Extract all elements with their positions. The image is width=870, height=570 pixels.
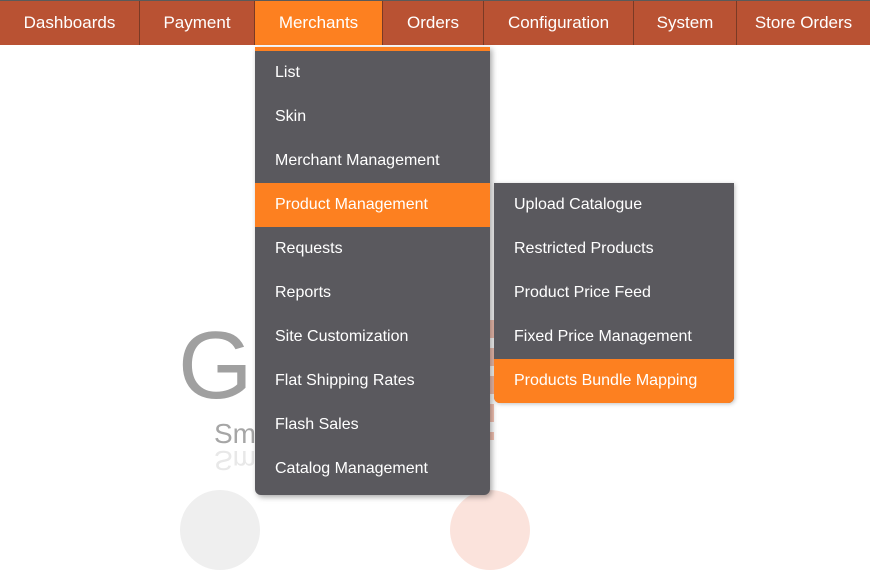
menu-item-flash-sales[interactable]: Flash Sales — [255, 403, 490, 447]
top-navigation: Dashboards Payment Merchants Orders Conf… — [0, 0, 870, 45]
menu-item-skin[interactable]: Skin — [255, 95, 490, 139]
background-logo-letter: G — [178, 312, 253, 419]
nav-payment[interactable]: Payment — [140, 1, 255, 45]
nav-store-orders[interactable]: Store Orders — [737, 1, 870, 45]
nav-orders[interactable]: Orders — [383, 1, 484, 45]
submenu-item-upload-catalogue[interactable]: Upload Catalogue — [494, 183, 734, 227]
menu-item-requests[interactable]: Requests — [255, 227, 490, 271]
product-management-submenu: Upload Catalogue Restricted Products Pro… — [494, 183, 734, 403]
menu-item-product-management[interactable]: Product Management — [255, 183, 490, 227]
background-logo-shape — [180, 490, 260, 570]
nav-merchants[interactable]: Merchants — [255, 1, 383, 45]
menu-item-list[interactable]: List — [255, 51, 490, 95]
submenu-item-fixed-price-management[interactable]: Fixed Price Management — [494, 315, 734, 359]
submenu-item-product-price-feed[interactable]: Product Price Feed — [494, 271, 734, 315]
menu-item-reports[interactable]: Reports — [255, 271, 490, 315]
nav-dashboards[interactable]: Dashboards — [0, 1, 140, 45]
submenu-item-restricted-products[interactable]: Restricted Products — [494, 227, 734, 271]
background-logo-shape — [450, 490, 530, 570]
menu-item-flat-shipping-rates[interactable]: Flat Shipping Rates — [255, 359, 490, 403]
background-logo-tagline-reflection: Sm — [214, 445, 256, 476]
nav-configuration[interactable]: Configuration — [484, 1, 634, 45]
background-logo-tagline: Sm — [214, 418, 256, 449]
nav-system[interactable]: System — [634, 1, 737, 45]
menu-item-site-customization[interactable]: Site Customization — [255, 315, 490, 359]
submenu-item-products-bundle-mapping[interactable]: Products Bundle Mapping — [494, 359, 734, 403]
merchants-dropdown-menu: List Skin Merchant Management Product Ma… — [255, 47, 490, 495]
menu-item-merchant-management[interactable]: Merchant Management — [255, 139, 490, 183]
menu-item-catalog-management[interactable]: Catalog Management — [255, 447, 490, 491]
